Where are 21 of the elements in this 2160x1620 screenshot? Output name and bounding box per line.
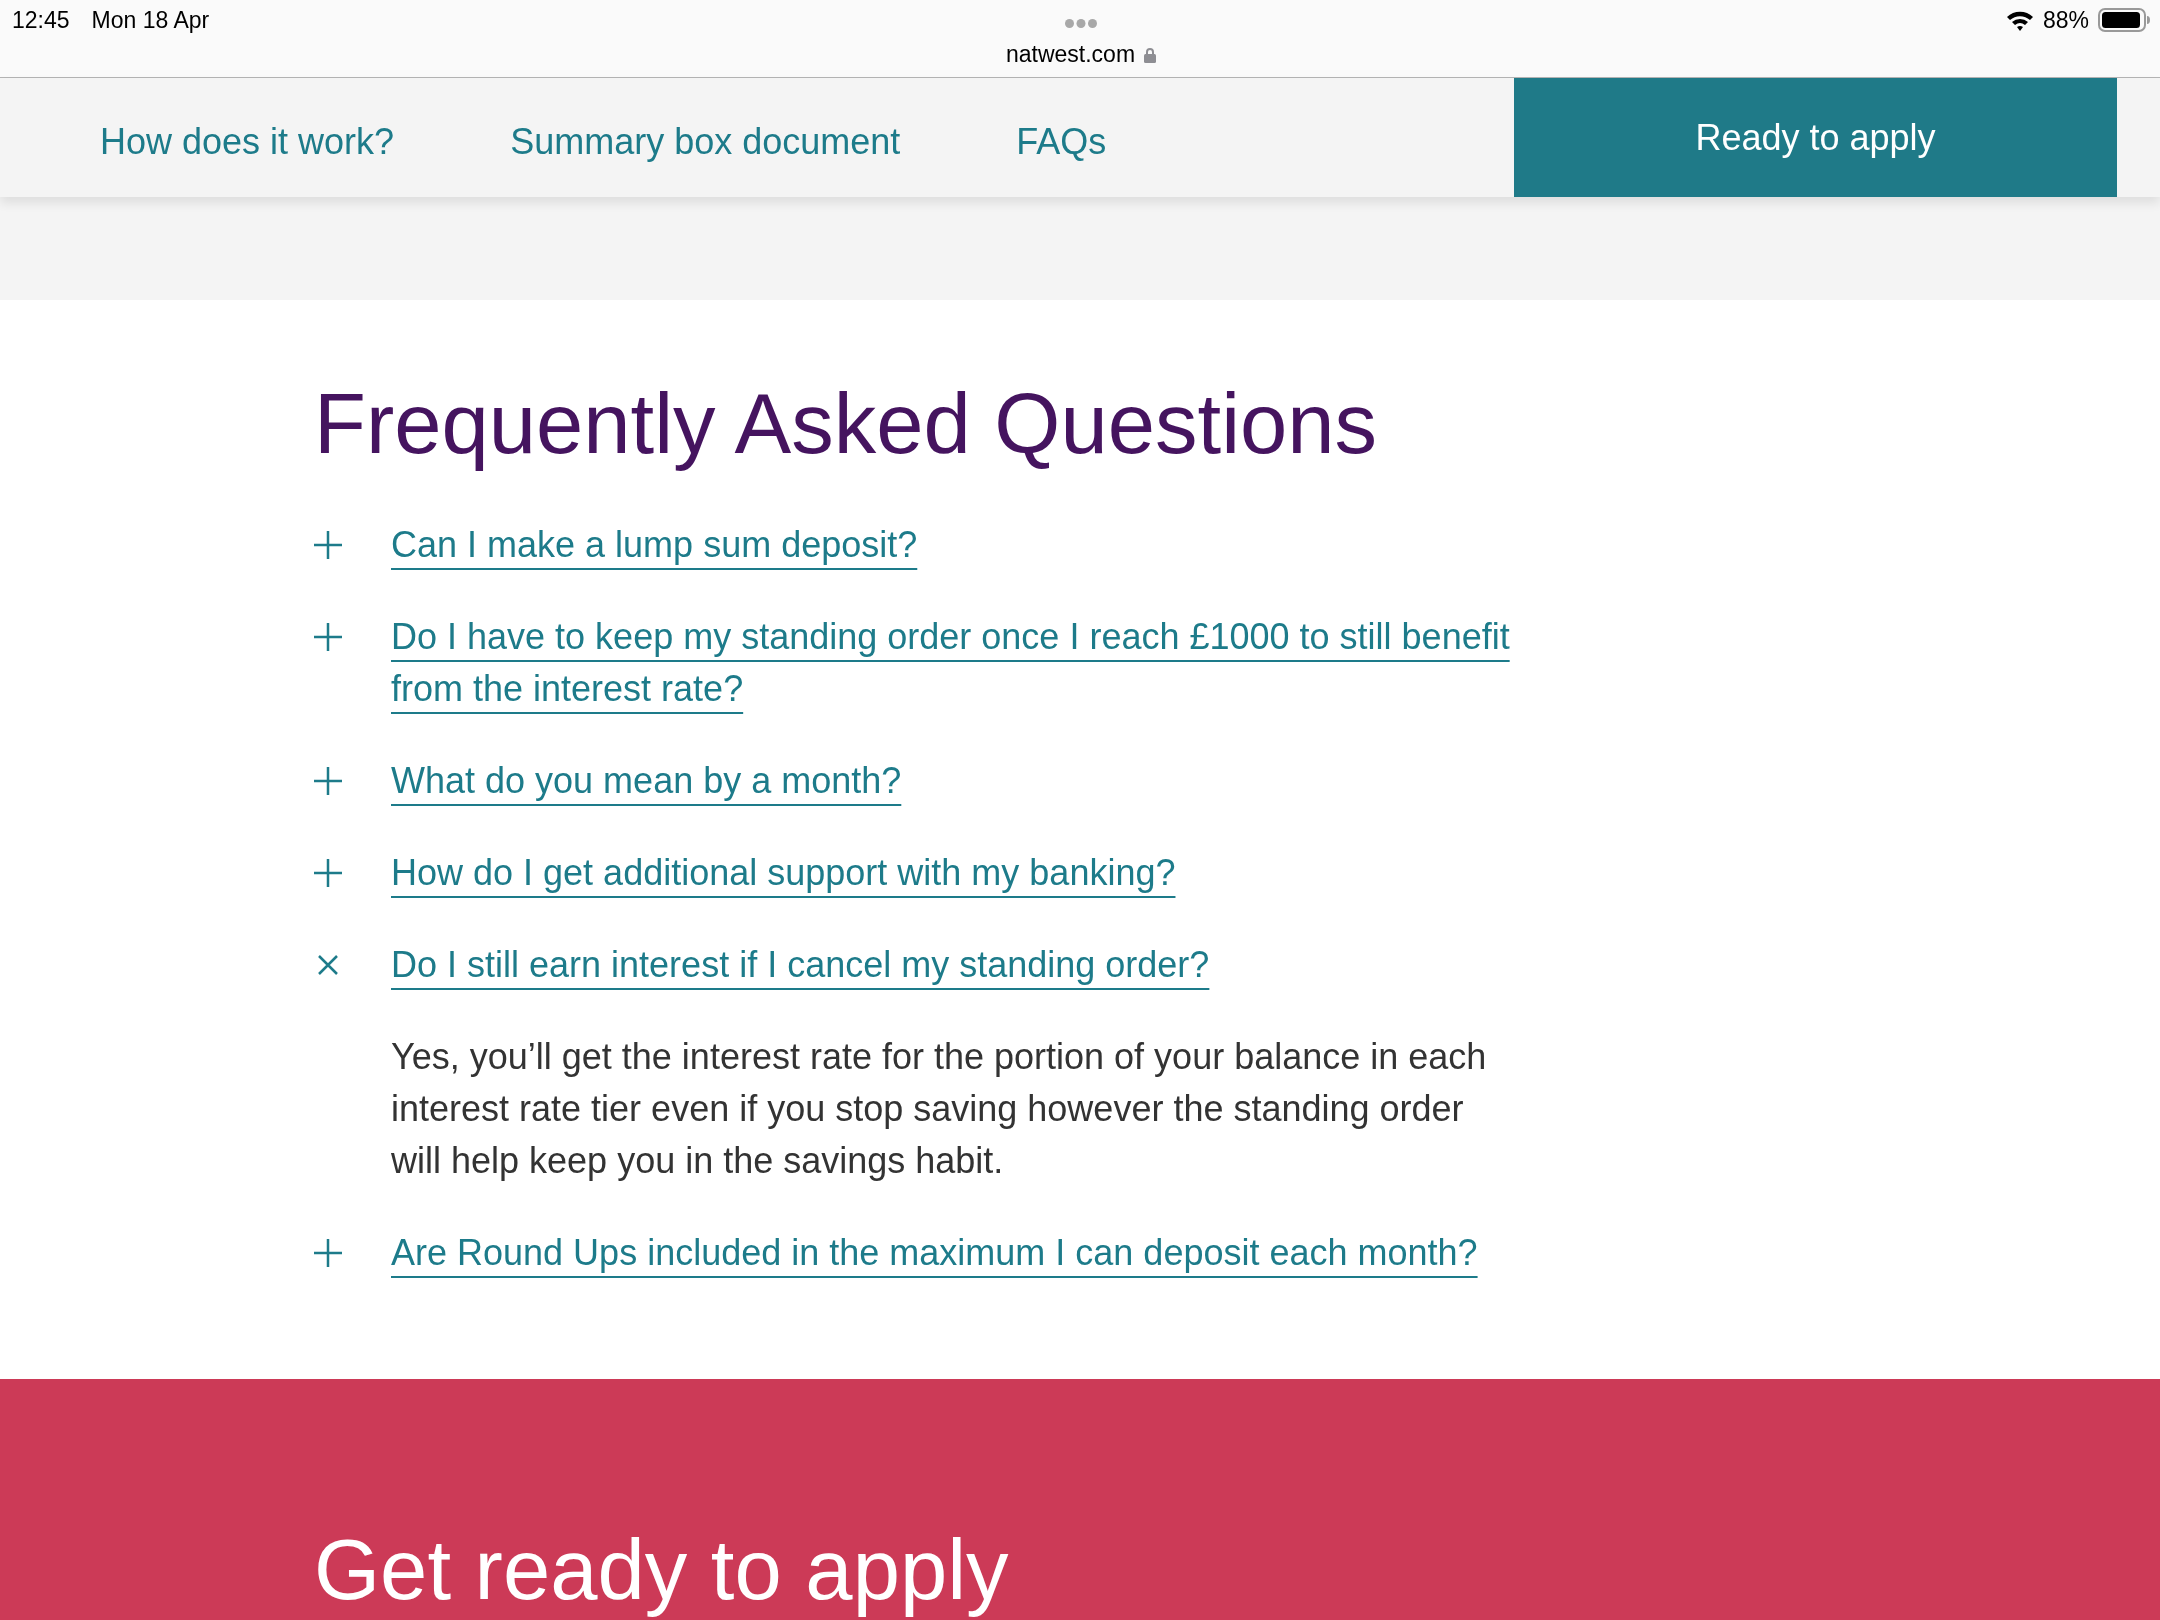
- address-url[interactable]: natwest.com: [1005, 41, 1136, 68]
- faq-question-link[interactable]: Can I make a lump sum deposit?: [391, 519, 918, 571]
- wifi-icon: [2005, 9, 2034, 31]
- faq-question-link[interactable]: Do I still earn interest if I cancel my standing order?: [391, 939, 1210, 991]
- nav-link[interactable]: How does it work?: [100, 120, 395, 163]
- status-date: Mon 18 Apr: [91, 6, 210, 34]
- battery-percent: 88%: [2042, 6, 2089, 34]
- multitask-dots-icon[interactable]: [1065, 19, 1097, 28]
- lock-icon: [1144, 46, 1157, 63]
- apply-heading: Get ready to apply: [314, 1522, 1009, 1618]
- faq-answer: Yes, you’ll get the interest rate for the portion of your balance in each interest rate tier even if you stop saving however the standing order will help keep you in the savings habit.: [391, 1035, 1488, 1183]
- battery-icon: [2098, 8, 2150, 32]
- nav-link[interactable]: Summary box document: [510, 120, 901, 163]
- status-time: 12:45: [12, 6, 70, 34]
- faq-question-link[interactable]: How do I get additional support with my banking?: [391, 847, 1176, 899]
- faq-heading: Frequently Asked Questions: [314, 375, 1378, 473]
- nav-link[interactable]: FAQs: [1016, 120, 1107, 163]
- ready-to-apply-button[interactable]: Ready to apply: [1514, 78, 2117, 197]
- faq-question-link[interactable]: Do I have to keep my standing order once I reach £1000 to still benefit from the interest rate?: [391, 611, 1551, 715]
- faq-question-link[interactable]: What do you mean by a month?: [391, 755, 902, 807]
- faq-question-link[interactable]: Are Round Ups included in the maximum I can deposit each month?: [391, 1227, 1478, 1279]
